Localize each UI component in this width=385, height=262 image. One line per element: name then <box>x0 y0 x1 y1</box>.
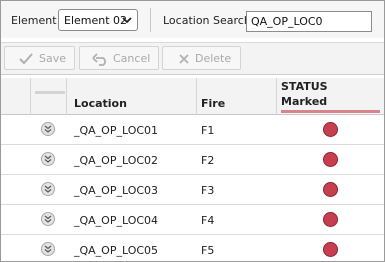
delete-button[interactable]: Delete <box>162 46 241 70</box>
double-chevron-down-icon <box>44 215 52 223</box>
status-header-underline <box>281 110 380 113</box>
expand-row-button[interactable] <box>41 182 55 196</box>
filter-divider <box>150 8 151 32</box>
column-header-location[interactable]: Location <box>74 97 127 110</box>
table-row[interactable]: _QA_OP_LOC03 F3 <box>1 175 384 205</box>
location-cell: _QA_OP_LOC02 <box>74 154 159 167</box>
filter-bar: Element Element 02 Location Search <box>1 1 384 38</box>
column-header-status-marked[interactable]: Marked <box>281 95 327 108</box>
table-row[interactable]: _QA_OP_LOC05 F5 <box>1 235 384 261</box>
undo-icon <box>92 53 106 66</box>
save-label: Save <box>39 52 67 65</box>
status-marked-indicator[interactable] <box>323 182 338 197</box>
close-icon <box>179 54 189 64</box>
header-drag-handle <box>35 91 65 94</box>
fire-cell: F5 <box>201 244 215 257</box>
fire-cell: F3 <box>201 184 215 197</box>
element-select[interactable]: Element 02 <box>58 9 138 31</box>
column-header-fire[interactable]: Fire <box>201 97 225 110</box>
double-chevron-down-icon <box>44 155 52 163</box>
cancel-label: Cancel <box>113 52 151 65</box>
expand-row-button[interactable] <box>41 242 55 256</box>
expand-row-button[interactable] <box>41 152 55 166</box>
double-chevron-down-icon <box>44 185 52 193</box>
status-marked-indicator[interactable] <box>323 152 338 167</box>
table-row[interactable]: _QA_OP_LOC02 F2 <box>1 145 384 175</box>
delete-label: Delete <box>195 52 232 65</box>
status-marked-indicator[interactable] <box>323 242 338 257</box>
cancel-button[interactable]: Cancel <box>79 46 159 70</box>
expand-row-button[interactable] <box>41 212 55 226</box>
location-search-label: Location Search <box>163 14 251 27</box>
save-button[interactable]: Save <box>4 46 75 70</box>
location-search-input[interactable] <box>246 11 372 32</box>
double-chevron-down-icon <box>44 125 52 133</box>
location-grid: Location Fire STATUS Marked _QA_OP_LOC01… <box>1 78 384 261</box>
window-frame: Element Element 02 Location Search Save … <box>0 0 385 262</box>
expand-row-button[interactable] <box>41 122 55 136</box>
fire-cell: F2 <box>201 154 215 167</box>
fire-cell: F1 <box>201 124 215 137</box>
location-cell: _QA_OP_LOC05 <box>74 244 159 257</box>
table-row[interactable]: _QA_OP_LOC04 F4 <box>1 205 384 235</box>
element-select-value: Element 02 <box>64 14 128 27</box>
location-cell: _QA_OP_LOC04 <box>74 214 159 227</box>
toolbar: Save Cancel Delete <box>1 42 384 75</box>
location-cell: _QA_OP_LOC03 <box>74 184 159 197</box>
grid-header-row: Location Fire STATUS Marked <box>1 78 384 115</box>
status-marked-indicator[interactable] <box>323 212 338 227</box>
fire-cell: F4 <box>201 214 215 227</box>
element-label: Element <box>11 14 57 27</box>
checkmark-icon <box>19 53 33 65</box>
location-cell: _QA_OP_LOC01 <box>74 124 159 137</box>
table-row[interactable]: _QA_OP_LOC01 F1 <box>1 115 384 145</box>
status-marked-indicator[interactable] <box>323 122 338 137</box>
chevron-down-icon <box>122 17 132 24</box>
double-chevron-down-icon <box>44 245 52 253</box>
column-header-status[interactable]: STATUS <box>281 80 328 93</box>
